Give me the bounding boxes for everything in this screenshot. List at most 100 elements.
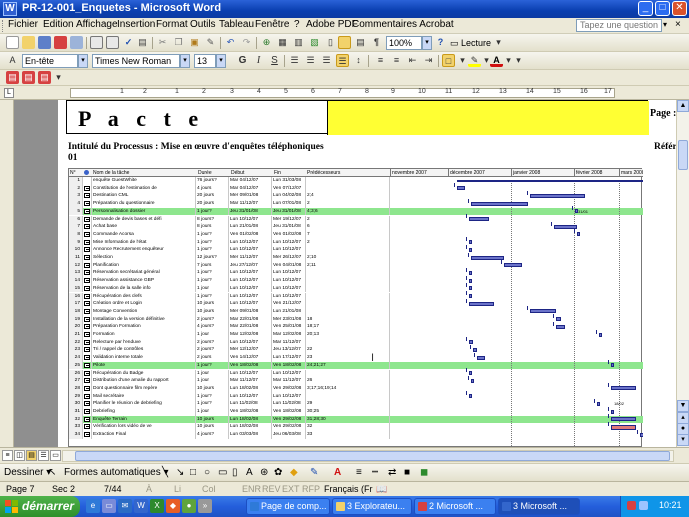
rectangle-icon[interactable]: □	[190, 467, 196, 478]
pdf-icon[interactable]	[54, 36, 67, 49]
gantt-task-bar[interactable]	[611, 363, 615, 368]
gantt-task-bar[interactable]	[639, 432, 643, 437]
pdf-email-icon[interactable]: ▤	[22, 71, 35, 84]
underline-button[interactable]: S	[268, 54, 281, 67]
vertical-scrollbar[interactable]: ▲ ▼ ▴ ● ▾	[676, 100, 689, 447]
insert-excel-icon[interactable]: ▧	[308, 36, 321, 49]
quicklaunch-outlook-icon[interactable]: ✉	[118, 499, 132, 513]
menu-commentaires-acrobat[interactable]: Commentaires Acrobat	[352, 19, 454, 30]
gantt-task-bar[interactable]	[554, 224, 577, 229]
gantt-task-bar[interactable]	[469, 240, 473, 245]
pdf-toolbar-options-icon[interactable]: ▾	[52, 71, 65, 84]
gantt-task-bar[interactable]	[576, 232, 580, 237]
gantt-task-bar[interactable]	[469, 340, 474, 345]
research-icon[interactable]: ▤	[136, 36, 149, 49]
increase-indent-icon[interactable]: ⇥	[422, 54, 435, 67]
line-icon[interactable]: ╲	[162, 467, 168, 478]
document-map-icon[interactable]: ▤	[354, 36, 367, 49]
clipart-icon[interactable]: ✿	[274, 467, 282, 478]
quicklaunch-more-icon[interactable]: »	[198, 499, 212, 513]
gantt-task-bar[interactable]	[556, 324, 565, 329]
copy-icon[interactable]: ❐	[172, 36, 185, 49]
hyperlink-icon[interactable]: ⊕	[260, 36, 273, 49]
zoom-dropdown-arrow[interactable]: ▾	[422, 36, 432, 50]
gantt-task-bar[interactable]	[469, 270, 473, 275]
print-view-button[interactable]: ▤	[26, 450, 37, 461]
gantt-task-bar[interactable]	[456, 186, 466, 191]
3d-icon[interactable]: ◼	[420, 467, 428, 478]
justify-icon[interactable]: ☰	[336, 54, 349, 67]
horizontal-scrollbar[interactable]	[62, 450, 674, 462]
toolbar-options-icon[interactable]: ▾	[512, 54, 525, 67]
menu-edition[interactable]: Edition	[43, 19, 74, 30]
gantt-task-bar[interactable]	[469, 294, 473, 298]
line-spacing-icon[interactable]: ↕	[352, 54, 365, 67]
tray-network-icon[interactable]	[639, 501, 648, 510]
gantt-task-bar[interactable]	[611, 424, 636, 430]
tables-borders-icon[interactable]: ▦	[276, 36, 289, 49]
taskbar-button-page[interactable]: Page de comp...	[246, 498, 330, 515]
gantt-task-bar[interactable]	[477, 355, 486, 360]
save-icon[interactable]	[38, 36, 51, 49]
border-icon[interactable]: □	[442, 54, 455, 67]
arrow-style-icon[interactable]: ⇄	[388, 467, 396, 478]
font-size-select[interactable]: 13	[194, 54, 216, 68]
menu-grip[interactable]	[2, 20, 5, 32]
gantt-task-bar[interactable]	[611, 409, 615, 414]
tab-selector[interactable]: L	[4, 88, 14, 98]
menu-fichier[interactable]: Fichier	[8, 19, 38, 30]
gantt-task-bar[interactable]	[611, 417, 636, 422]
gantt-task-bar[interactable]	[469, 286, 473, 291]
reading-mode-button[interactable]: ▭ Lecture	[450, 36, 491, 50]
reading-view-button[interactable]: ▭	[50, 450, 61, 461]
start-button[interactable]: démarrer	[0, 496, 80, 517]
align-left-icon[interactable]: ☰	[288, 54, 301, 67]
font-size-dropdown-arrow[interactable]: ▾	[216, 54, 226, 68]
pdf-review-icon[interactable]: ▤	[38, 71, 51, 84]
help-dropdown-arrow[interactable]: ▾	[663, 20, 667, 29]
gantt-task-bar[interactable]	[469, 301, 494, 306]
gantt-task-bar[interactable]	[556, 317, 561, 322]
font-color-draw-icon[interactable]: A	[334, 467, 341, 478]
gantt-chart[interactable]: novembre 2007 décembre 2007 janvier 2008…	[390, 169, 643, 447]
minimize-button[interactable]: _	[638, 1, 653, 16]
gantt-task-bar[interactable]	[473, 347, 478, 352]
paste-icon[interactable]: ▣	[188, 36, 201, 49]
status-language[interactable]: Français (Fr	[324, 484, 373, 494]
align-center-icon[interactable]: ☰	[304, 54, 317, 67]
gantt-task-bar[interactable]	[471, 201, 529, 206]
quicklaunch-app-icon[interactable]: ●	[182, 499, 196, 513]
document-page[interactable]: P a c t e Page : Intitulé du Processus :…	[58, 100, 676, 447]
menu-adobe-pdf[interactable]: Adobe PDF	[306, 19, 358, 30]
status-rfp[interactable]: RFP	[302, 484, 320, 494]
convert-pdf-icon[interactable]: ▤	[6, 71, 19, 84]
gantt-task-bar[interactable]	[530, 309, 557, 314]
bold-button[interactable]: G	[236, 54, 249, 67]
diagram-icon[interactable]: ⊛	[260, 467, 268, 478]
gantt-task-bar[interactable]	[469, 394, 473, 399]
toolbar-options-icon[interactable]: ▾	[492, 36, 505, 49]
status-rev[interactable]: REV	[262, 484, 281, 494]
style-dropdown-arrow[interactable]: ▾	[78, 54, 88, 68]
spelling-icon[interactable]: ✓	[122, 36, 135, 49]
scroll-thumb[interactable]	[678, 140, 688, 170]
web-view-button[interactable]: ◫	[14, 450, 25, 461]
insert-table-icon[interactable]: ▥	[292, 36, 305, 49]
quicklaunch-office-icon[interactable]: ◆	[166, 499, 180, 513]
redo-icon[interactable]: ↷	[240, 36, 253, 49]
show-formatting-icon[interactable]: ¶	[370, 36, 383, 49]
menu-affichage[interactable]: Affichage	[76, 19, 118, 30]
quicklaunch-desktop-icon[interactable]: ▭	[102, 499, 116, 513]
gantt-task-bar[interactable]	[597, 401, 601, 406]
menu-outils[interactable]: Outils	[190, 19, 216, 30]
print-icon[interactable]	[90, 36, 103, 49]
outline-view-button[interactable]: ☰	[38, 450, 49, 461]
gantt-task-bar[interactable]	[503, 263, 522, 268]
quicklaunch-word-icon[interactable]: W	[134, 499, 148, 513]
gantt-task-bar[interactable]	[469, 371, 473, 375]
menu-insertion[interactable]: Insertion	[117, 19, 155, 30]
gantt-task-bar[interactable]	[611, 386, 636, 391]
gantt-task-bar[interactable]	[599, 332, 603, 337]
permission-icon[interactable]	[70, 36, 83, 49]
line-style-icon[interactable]: ≡	[356, 467, 362, 478]
